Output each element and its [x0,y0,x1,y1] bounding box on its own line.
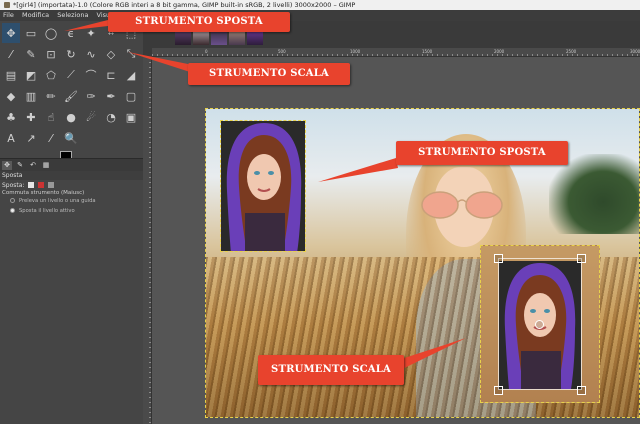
magnify-icon[interactable]: 🔍 [62,128,80,148]
rect-select-icon[interactable]: ▭ [22,23,40,43]
handle-transform-icon[interactable]: ◇ [102,44,120,64]
crop-tool-icon[interactable]: ⊡ [42,44,60,64]
gradient-icon[interactable]: ▥ [22,86,40,106]
paths-icon[interactable]: ⌒ [82,65,100,85]
ruler-tick-label: 3000 [630,49,640,54]
mode-path-icon[interactable] [48,182,55,188]
cage-icon[interactable]: ⬠ [42,65,60,85]
scale-tool-icon[interactable]: ⤡ [122,44,140,64]
images-tab[interactable]: ▦ [41,161,51,170]
radio-dot-icon [10,198,15,203]
text-tool-icon[interactable]: ⊏ [102,65,120,85]
mode-selection-icon[interactable] [38,182,45,188]
tool-options-tab[interactable]: ✥ [2,160,12,170]
color-picker-icon[interactable]: ✎ [22,44,40,64]
callout-strumento-sposta-top: STRUMENTO SPOSTA [108,12,290,32]
wand-icon[interactable]: ⁄ [2,44,20,64]
gimp-app-icon [4,2,10,8]
callout-strumento-sposta-canvas: STRUMENTO SPOSTA [396,141,568,165]
radio-dot-icon [10,208,15,213]
text-A-icon[interactable]: A [2,128,20,148]
blur-icon[interactable]: ● [62,107,80,127]
ruler-tick-label: 500 [278,49,286,54]
window-title: *[girl4] (importata)-1.0 (Colore RGB int… [13,1,356,9]
menu-seleziona[interactable]: Seleziona [57,11,88,19]
scale-handle-br[interactable] [577,386,586,395]
eyedropper-icon[interactable]: ⁄ [42,128,60,148]
menu-file[interactable]: File [3,11,14,19]
ruler-tick-label: 0 [205,49,208,54]
heal-icon[interactable]: ✚ [22,107,40,127]
tool-grid: ✥ ▭ ◯ ϵ ✦ ⌗ ⬚ ⁄ ✎ ⊡ ↻ ∿ ◇ ⤡ ▤ ◩ ⬠ ⟋ ⌒ ⊏ ◢ ◆ ▥ ✏ 🖌 ✑ ✒ ▢ ♣ ✚ ☝ ● ☄ ◔ ▣ A ↗ ⁄ 🔍 [2,23,140,148]
gimp-window: *[girl4] (importata)-1.0 (Colore RGB int… [0,0,640,424]
paint-bucket-icon[interactable]: ◆ [2,86,20,106]
callout-strumento-scala-canvas: STRUMENTO SCALA [258,355,404,385]
ellipse-select-icon[interactable]: ◯ [42,23,60,43]
sunglasses-icon [421,191,503,219]
dock-tabs: ✥ ✎ ↶ ▦ [0,158,143,171]
trees-background [549,154,639,234]
eraser-icon[interactable]: ◢ [122,65,140,85]
ruler-tick-label: 1000 [350,49,361,54]
purple-scarf-portrait [221,121,305,251]
clone-icon[interactable]: ♣ [2,107,20,127]
menu-modifica[interactable]: Modifica [22,11,49,19]
scale-center-handle[interactable] [535,320,544,329]
perspective-icon[interactable]: ⟋ [62,65,80,85]
device-status-tab[interactable]: ✎ [15,161,25,170]
undo-history-tab[interactable]: ↶ [28,161,38,170]
lasso-icon[interactable]: ϵ [62,23,80,43]
flip-icon[interactable]: ◩ [22,65,40,85]
dodge-burn-icon[interactable]: ☄ [82,107,100,127]
rotate-icon[interactable]: ↻ [62,44,80,64]
ink-icon[interactable]: ✒ [102,86,120,106]
ruler-tick-label: 2000 [494,49,505,54]
align-icon[interactable]: ▤ [2,65,20,85]
portrait-layer-moved[interactable] [220,120,306,252]
pencil-icon[interactable]: ✏ [42,86,60,106]
airbrush-icon[interactable]: ✑ [82,86,100,106]
scale-handle-tr[interactable] [577,254,586,263]
ruler-tick-label: 2500 [566,49,577,54]
zoom-icon[interactable]: ▣ [122,107,140,127]
switch-tool-label: Commuta strumento (Maiusc) [2,190,85,196]
fuzzy-select-icon[interactable]: ✦ [82,23,100,43]
smudge-icon[interactable]: ☝ [42,107,60,127]
vertical-ruler[interactable] [143,57,152,424]
move-tool-icon[interactable]: ✥ [2,23,20,43]
paintbrush-icon[interactable]: 🖌 [62,86,80,106]
radio-active-layer[interactable]: Sposta il livello attivo [10,208,75,214]
mypaint-icon[interactable]: ▢ [122,86,140,106]
toolbox: ✥ ▭ ◯ ϵ ✦ ⌗ ⬚ ⁄ ✎ ⊡ ↻ ∿ ◇ ⤡ ▤ ◩ ⬠ ⟋ ⌒ ⊏ ◢ ◆ ▥ ✏ 🖌 ✑ ✒ ▢ ♣ ✚ ☝ ● ☄ ◔ ▣ A ↗ ⁄ 🔍 … [0,21,143,424]
measure-icon[interactable]: ◔ [102,107,120,127]
mode-layer-icon[interactable] [28,182,35,188]
ruler-corner[interactable] [143,48,152,57]
path-pen-icon[interactable]: ↗ [22,128,40,148]
scale-handle-bl[interactable] [494,386,503,395]
ruler-tick-label: 1500 [422,49,433,54]
move-label: Sposta: [2,181,25,189]
callout-strumento-scala-top: STRUMENTO SCALA [188,63,350,85]
menu-bar: File Modifica Seleziona Visualizza Im [0,10,640,21]
radio-pick-layer[interactable]: Preleva un livello o una guida [10,198,96,204]
scale-handle-tl[interactable] [494,254,503,263]
title-bar: *[girl4] (importata)-1.0 (Colore RGB int… [0,0,640,10]
warp-icon[interactable]: ∿ [82,44,100,64]
